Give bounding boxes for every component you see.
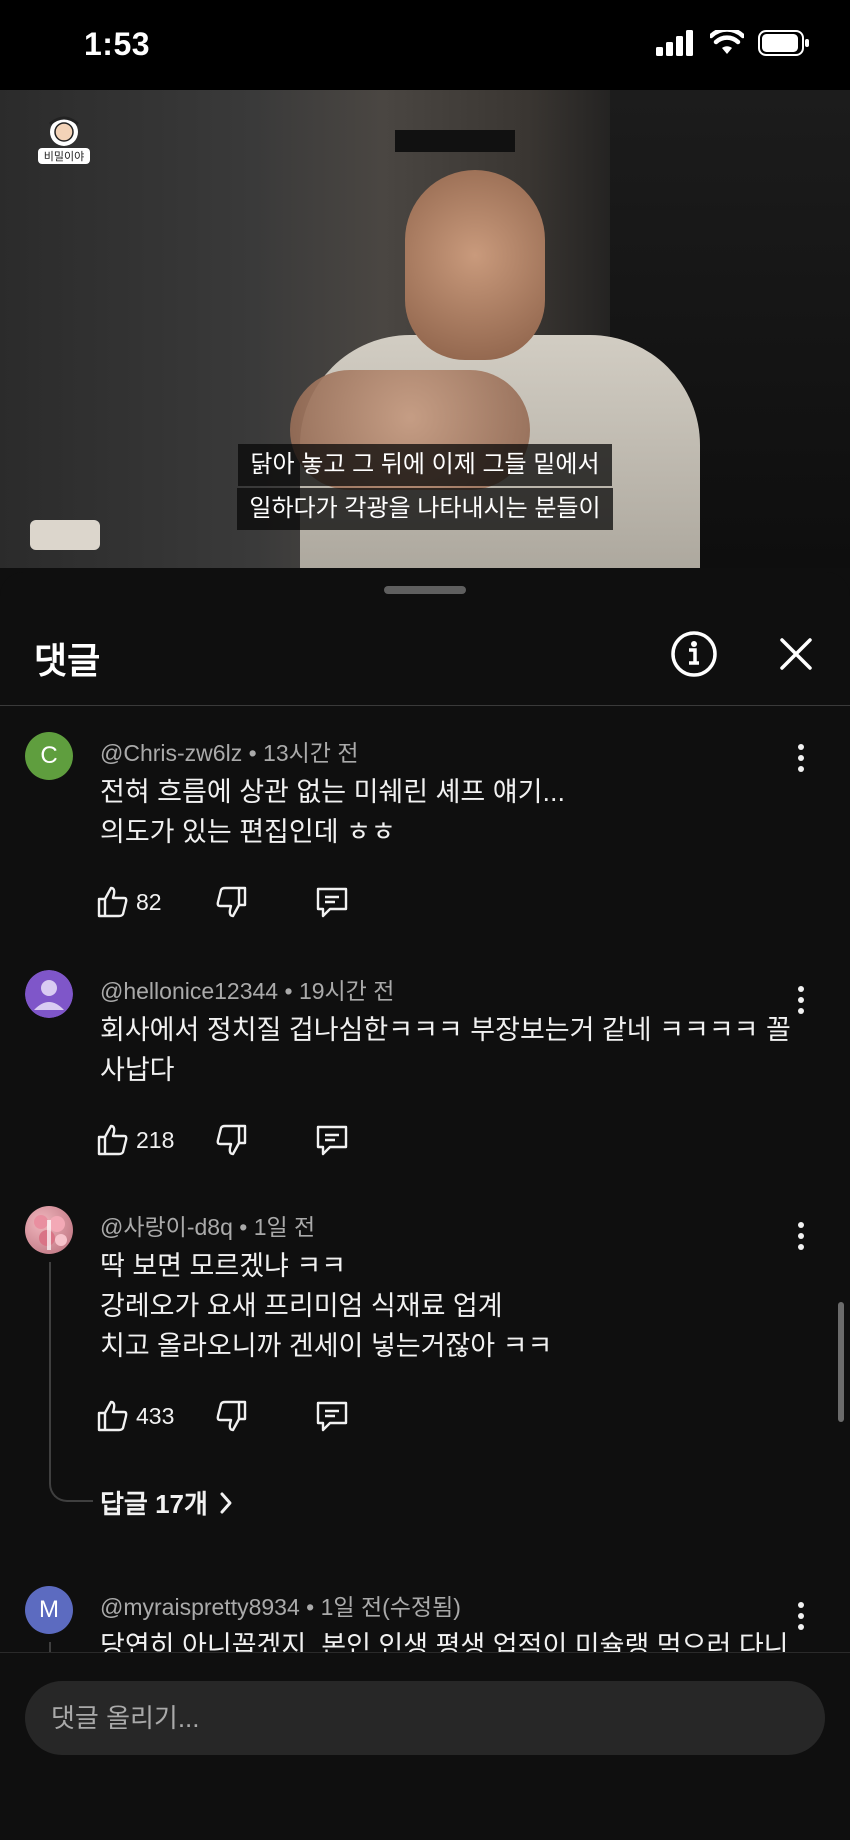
default-avatar-icon [25, 970, 73, 1018]
comment-meta: @Chris-zw6lz • 13시간 전 [100, 740, 359, 766]
view-replies-button[interactable]: 답글 17개 [100, 1484, 234, 1521]
close-icon[interactable] [770, 628, 822, 680]
reply-button[interactable] [314, 880, 350, 924]
comment-author[interactable]: @myraispretty8934 [100, 1594, 300, 1620]
thumbs-up-icon [97, 1124, 128, 1156]
comment-time: 13시간 전 [263, 740, 359, 766]
comment-actions: 433 [96, 1394, 396, 1438]
more-options-icon[interactable] [786, 738, 816, 778]
video-person-head [405, 170, 545, 360]
more-options-icon[interactable] [786, 980, 816, 1020]
thumbs-up-icon [97, 886, 128, 918]
like-button[interactable]: 82 [96, 880, 162, 924]
battery-icon [758, 30, 809, 56]
dislike-button[interactable] [214, 1394, 248, 1438]
like-count: 218 [136, 1126, 175, 1153]
thumbs-up-icon [97, 1400, 128, 1432]
status-bar: 1:53 [0, 0, 850, 90]
comment-text: 회사에서 정치질 겁나심한ㅋㅋㅋ 부장보는거 같네 ㅋㅋㅋㅋ 꼴 사납다 [100, 1015, 791, 1085]
reply-icon [316, 1125, 348, 1156]
avatar[interactable] [25, 970, 73, 1018]
comment-author[interactable]: @Chris-zw6lz [100, 740, 242, 766]
more-options-icon[interactable] [786, 1596, 816, 1636]
avatar[interactable]: M [25, 1586, 73, 1634]
subtitle-line-1: 닭아 놓고 그 뒤에 이제 그들 밑에서 [0, 444, 850, 486]
comment-text: 딱 보면 모르겠냐 ㅋㅋ 강레오가 요새 프리미엄 식재료 업계 치고 올라오니… [100, 1251, 553, 1361]
channel-logo-icon: 비밀이야 [38, 116, 90, 164]
comment-meta: @myraispretty8934 • 1일 전(수정됨) [100, 1594, 461, 1620]
reply-button[interactable] [314, 1394, 350, 1438]
cellular-signal-icon [656, 30, 693, 56]
comments-list[interactable]: C @Chris-zw6lz • 13시간 전 전혀 흐름에 상관 없는 미쉐린… [0, 708, 850, 1708]
thread-curve [49, 1480, 93, 1502]
scrollbar[interactable] [838, 1302, 844, 1422]
avatar-letter: C [40, 742, 58, 769]
comment-actions: 82 [96, 880, 396, 924]
comments-header: 댓글 [0, 602, 850, 706]
flower-avatar-icon [34, 1215, 67, 1250]
thumbs-down-icon [216, 1400, 247, 1432]
comment-time: 1일 전 [253, 1214, 316, 1240]
comment-author[interactable]: @사랑이-d8q [100, 1214, 233, 1240]
comment-time: 19시간 전 [298, 978, 395, 1004]
subtitle-line-2: 일하다가 각광을 나타내시는 분들이 [0, 488, 850, 530]
video-background-panel [395, 130, 515, 152]
comment-actions: 218 [96, 1118, 396, 1162]
avatar[interactable]: C [25, 732, 73, 780]
comment-input[interactable] [25, 1681, 825, 1755]
comment-input-bar [0, 1652, 850, 1840]
drag-handle[interactable] [384, 586, 466, 594]
comments-title: 댓글 [34, 640, 101, 681]
thread-line [49, 1262, 51, 1480]
replies-count: 답글 17개 [100, 1489, 208, 1519]
like-button[interactable]: 433 [96, 1394, 174, 1438]
svg-text:비밀이야: 비밀이야 [44, 150, 84, 163]
comments-sheet: 댓글 C @Chris-zw6lz • 13시간 전 전혀 흐름에 상관 없는 … [0, 572, 850, 1840]
reply-icon [316, 887, 348, 918]
reply-button[interactable] [314, 1118, 350, 1162]
status-icons [656, 30, 810, 56]
info-icon[interactable] [668, 628, 720, 680]
reply-icon [316, 1401, 348, 1432]
like-count: 82 [136, 888, 162, 915]
comment-author[interactable]: @hellonice12344 [100, 978, 278, 1004]
comment-meta: @hellonice12344 • 19시간 전 [100, 978, 395, 1004]
avatar[interactable] [25, 1206, 73, 1254]
more-options-icon[interactable] [786, 1216, 816, 1256]
avatar-letter: M [39, 1596, 59, 1623]
chevron-right-icon [220, 1492, 232, 1513]
like-button[interactable]: 218 [96, 1118, 174, 1162]
status-time: 1:53 [84, 26, 151, 62]
thumbs-down-icon [216, 886, 247, 918]
dislike-button[interactable] [214, 880, 248, 924]
video-player[interactable]: 비밀이야 닭아 놓고 그 뒤에 이제 그들 밑에서 일하다가 각광을 나타내시는… [0, 90, 850, 568]
comment-time: 1일 전(수정됨) [320, 1594, 461, 1620]
comment-meta: @사랑이-d8q • 1일 전 [100, 1214, 316, 1240]
thumbs-down-icon [216, 1124, 247, 1156]
dislike-button[interactable] [214, 1118, 248, 1162]
like-count: 433 [136, 1402, 175, 1429]
wifi-icon [710, 30, 744, 54]
comment-text: 전혀 흐름에 상관 없는 미쉐린 셰프 얘기... 의도가 있는 편집인데 ㅎㅎ [100, 777, 565, 847]
